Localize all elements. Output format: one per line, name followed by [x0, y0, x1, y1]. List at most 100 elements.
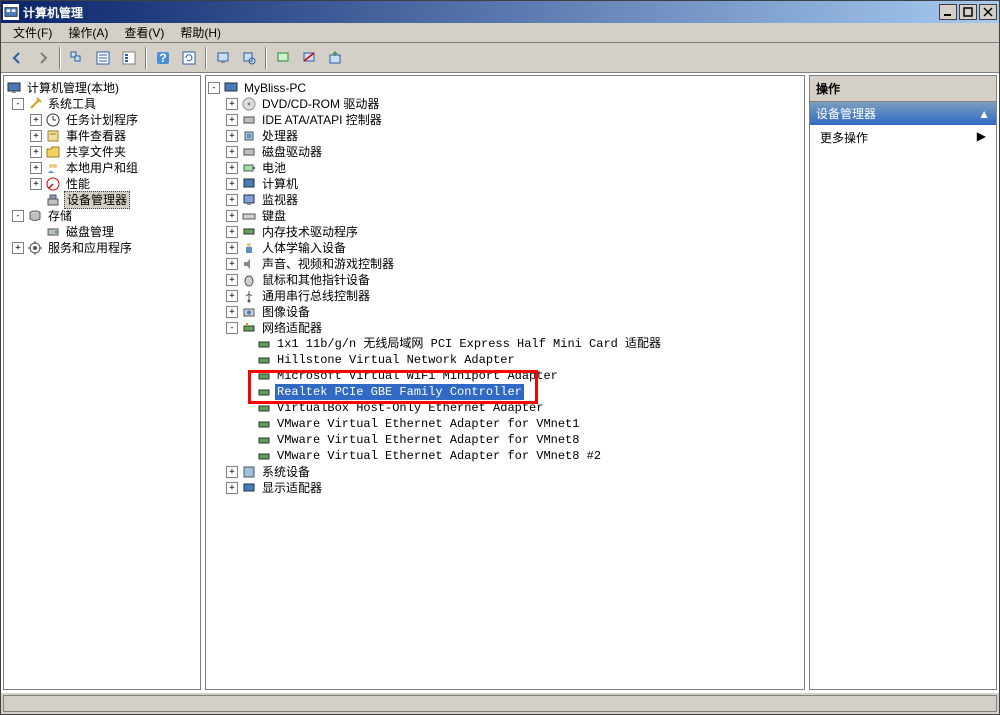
dev-memtech[interactable]: +内存技术驱动程序	[208, 224, 802, 240]
actions-section[interactable]: 设备管理器 ▲	[810, 102, 996, 125]
help-button[interactable]: ?	[151, 46, 175, 70]
expand-icon[interactable]: +	[12, 242, 24, 254]
expand-icon[interactable]: +	[226, 274, 238, 286]
clock-icon	[45, 112, 61, 128]
dev-net4-selected[interactable]: Realtek PCIe GBE Family Controller	[208, 384, 802, 400]
menu-file[interactable]: 文件(F)	[5, 22, 60, 43]
expand-icon[interactable]: +	[226, 226, 238, 238]
dev-sound[interactable]: +声音、视频和游戏控制器	[208, 256, 802, 272]
collapse-icon[interactable]: -	[226, 322, 238, 334]
forward-button[interactable]	[31, 46, 55, 70]
expand-icon[interactable]: +	[226, 178, 238, 190]
expand-icon[interactable]: +	[226, 290, 238, 302]
more-actions-item[interactable]: 更多操作 ▶	[810, 125, 996, 150]
enable-button[interactable]	[271, 46, 295, 70]
menu-help[interactable]: 帮助(H)	[172, 22, 229, 43]
menu-action[interactable]: 操作(A)	[60, 22, 116, 43]
device-button[interactable]	[211, 46, 235, 70]
dev-usb[interactable]: +通用串行总线控制器	[208, 288, 802, 304]
tree-diskmgmt[interactable]: 磁盘管理	[6, 224, 198, 240]
menu-view[interactable]: 查看(V)	[116, 22, 172, 43]
props-button[interactable]	[91, 46, 115, 70]
expand-icon[interactable]: +	[30, 130, 42, 142]
dev-battery[interactable]: +电池	[208, 160, 802, 176]
dev-net5[interactable]: VirtualBox Host-Only Ethernet Adapter	[208, 400, 802, 416]
menubar: 文件(F) 操作(A) 查看(V) 帮助(H)	[1, 23, 999, 43]
dev-net6[interactable]: VMware Virtual Ethernet Adapter for VMne…	[208, 416, 802, 432]
expand-icon[interactable]: +	[226, 98, 238, 110]
tree-tasksched[interactable]: +任务计划程序	[6, 112, 198, 128]
left-tree-pane[interactable]: 计算机管理(本地) -系统工具 +任务计划程序 +事件查看器 +共享文件夹 +本…	[3, 75, 201, 690]
expand-icon[interactable]: +	[226, 482, 238, 494]
dev-net1[interactable]: 1x1 11b/g/n 无线局域网 PCI Express Half Mini …	[208, 336, 802, 352]
dev-sysdev[interactable]: +系统设备	[208, 464, 802, 480]
collapse-icon[interactable]: -	[12, 98, 24, 110]
tree-root[interactable]: 计算机管理(本地)	[6, 80, 198, 96]
expand-icon[interactable]: +	[30, 178, 42, 190]
dev-mouse[interactable]: +鼠标和其他指针设备	[208, 272, 802, 288]
dev-net3[interactable]: Microsoft Virtual WiFi Miniport Adapter	[208, 368, 802, 384]
event-icon	[45, 128, 61, 144]
up-button[interactable]	[65, 46, 89, 70]
storage-icon	[27, 208, 43, 224]
nic-icon	[256, 368, 272, 384]
titlebar[interactable]: 计算机管理	[1, 1, 999, 23]
computer-icon	[241, 176, 257, 192]
detail-button[interactable]	[117, 46, 141, 70]
nic-icon	[256, 400, 272, 416]
tree-performance[interactable]: +性能	[6, 176, 198, 192]
dev-hid[interactable]: +人体学输入设备	[208, 240, 802, 256]
expand-icon[interactable]: +	[226, 242, 238, 254]
tree-storage[interactable]: -存储	[6, 208, 198, 224]
tree-localusers[interactable]: +本地用户和组	[6, 160, 198, 176]
device-tree-pane[interactable]: -MyBliss-PC +DVD/CD-ROM 驱动器 +IDE ATA/ATA…	[205, 75, 805, 690]
expand-icon[interactable]: +	[30, 146, 42, 158]
expand-icon[interactable]: +	[226, 194, 238, 206]
dev-cpu[interactable]: +处理器	[208, 128, 802, 144]
dev-net7[interactable]: VMware Virtual Ethernet Adapter for VMne…	[208, 432, 802, 448]
dev-monitor[interactable]: +监视器	[208, 192, 802, 208]
tree-services[interactable]: +服务和应用程序	[6, 240, 198, 256]
dev-display[interactable]: +显示适配器	[208, 480, 802, 496]
uninstall-button[interactable]	[297, 46, 321, 70]
close-button[interactable]	[979, 4, 997, 20]
collapse-icon[interactable]: -	[208, 82, 220, 94]
expand-icon[interactable]: +	[226, 130, 238, 142]
dev-dvd[interactable]: +DVD/CD-ROM 驱动器	[208, 96, 802, 112]
hid-icon	[241, 240, 257, 256]
actions-pane: 操作 设备管理器 ▲ 更多操作 ▶	[809, 75, 997, 690]
tree-devicemgr[interactable]: 设备管理器	[6, 192, 198, 208]
update-button[interactable]	[323, 46, 347, 70]
services-icon	[27, 240, 43, 256]
dev-disk[interactable]: +磁盘驱动器	[208, 144, 802, 160]
disk-icon	[45, 224, 61, 240]
minimize-button[interactable]	[939, 4, 957, 20]
dev-root[interactable]: -MyBliss-PC	[208, 80, 802, 96]
tree-eventviewer[interactable]: +事件查看器	[6, 128, 198, 144]
expand-icon[interactable]: +	[226, 306, 238, 318]
app-icon	[3, 4, 19, 20]
collapse-icon[interactable]: -	[12, 210, 24, 222]
tree-shared[interactable]: +共享文件夹	[6, 144, 198, 160]
back-button[interactable]	[5, 46, 29, 70]
expand-icon[interactable]: +	[226, 114, 238, 126]
expand-icon[interactable]: +	[226, 146, 238, 158]
dev-keyboard[interactable]: +键盘	[208, 208, 802, 224]
dev-imaging[interactable]: +图像设备	[208, 304, 802, 320]
dev-network[interactable]: -网络适配器	[208, 320, 802, 336]
expand-icon[interactable]: +	[30, 162, 42, 174]
expand-icon[interactable]: +	[226, 162, 238, 174]
expand-icon[interactable]: +	[226, 258, 238, 270]
refresh-button[interactable]	[177, 46, 201, 70]
dev-net8[interactable]: VMware Virtual Ethernet Adapter for VMne…	[208, 448, 802, 464]
dev-net2[interactable]: Hillstone Virtual Network Adapter	[208, 352, 802, 368]
dev-computer[interactable]: +计算机	[208, 176, 802, 192]
memory-icon	[241, 224, 257, 240]
expand-icon[interactable]: +	[226, 210, 238, 222]
expand-icon[interactable]: +	[30, 114, 42, 126]
dev-ide[interactable]: +IDE ATA/ATAPI 控制器	[208, 112, 802, 128]
scan-button[interactable]	[237, 46, 261, 70]
maximize-button[interactable]	[959, 4, 977, 20]
tree-systools[interactable]: -系统工具	[6, 96, 198, 112]
expand-icon[interactable]: +	[226, 466, 238, 478]
